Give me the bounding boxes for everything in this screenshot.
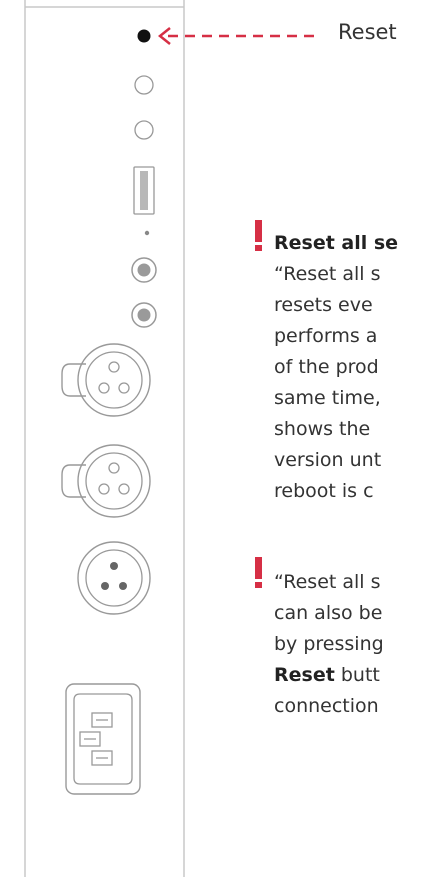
note1-line: reboot is c bbox=[274, 480, 374, 502]
reset-button[interactable] bbox=[137, 29, 151, 43]
note2-line: by pressing bbox=[274, 633, 384, 655]
note-reset-all-settings: Reset all se “Reset all s resets eve per… bbox=[274, 228, 398, 507]
note1-line: “Reset all s bbox=[274, 263, 381, 285]
note2-line4-rest: butt bbox=[334, 664, 380, 686]
usb-port-tongue bbox=[140, 171, 148, 210]
reset-callout-label: Reset bbox=[338, 20, 397, 44]
note2-line: can also be bbox=[274, 602, 383, 624]
xlr-connector-1 bbox=[61, 343, 151, 417]
indicator-led-2 bbox=[134, 120, 154, 140]
note1-line: shows the bbox=[274, 418, 371, 440]
note-reset-by-button: “Reset all s can also be by pressing Res… bbox=[274, 567, 384, 722]
jack-input-2-center bbox=[137, 308, 151, 322]
xlr-connector-2 bbox=[61, 444, 151, 518]
note1-line: same time, bbox=[274, 387, 381, 409]
note2-line: connection bbox=[274, 695, 379, 717]
note2-line: “Reset all s bbox=[274, 571, 381, 593]
note1-line: resets eve bbox=[274, 294, 373, 316]
power-inlet bbox=[65, 683, 141, 795]
jack-input-1-center bbox=[137, 263, 151, 277]
note1-line: of the prod bbox=[274, 356, 379, 378]
note2-bold-reset: Reset bbox=[274, 664, 335, 686]
note1-line: version unt bbox=[274, 449, 382, 471]
indicator-led-1 bbox=[134, 75, 154, 95]
note1-line: performs a bbox=[274, 325, 378, 347]
xlr-output-connector bbox=[77, 541, 151, 615]
note1-heading: Reset all se bbox=[274, 232, 399, 254]
small-led bbox=[144, 230, 150, 236]
